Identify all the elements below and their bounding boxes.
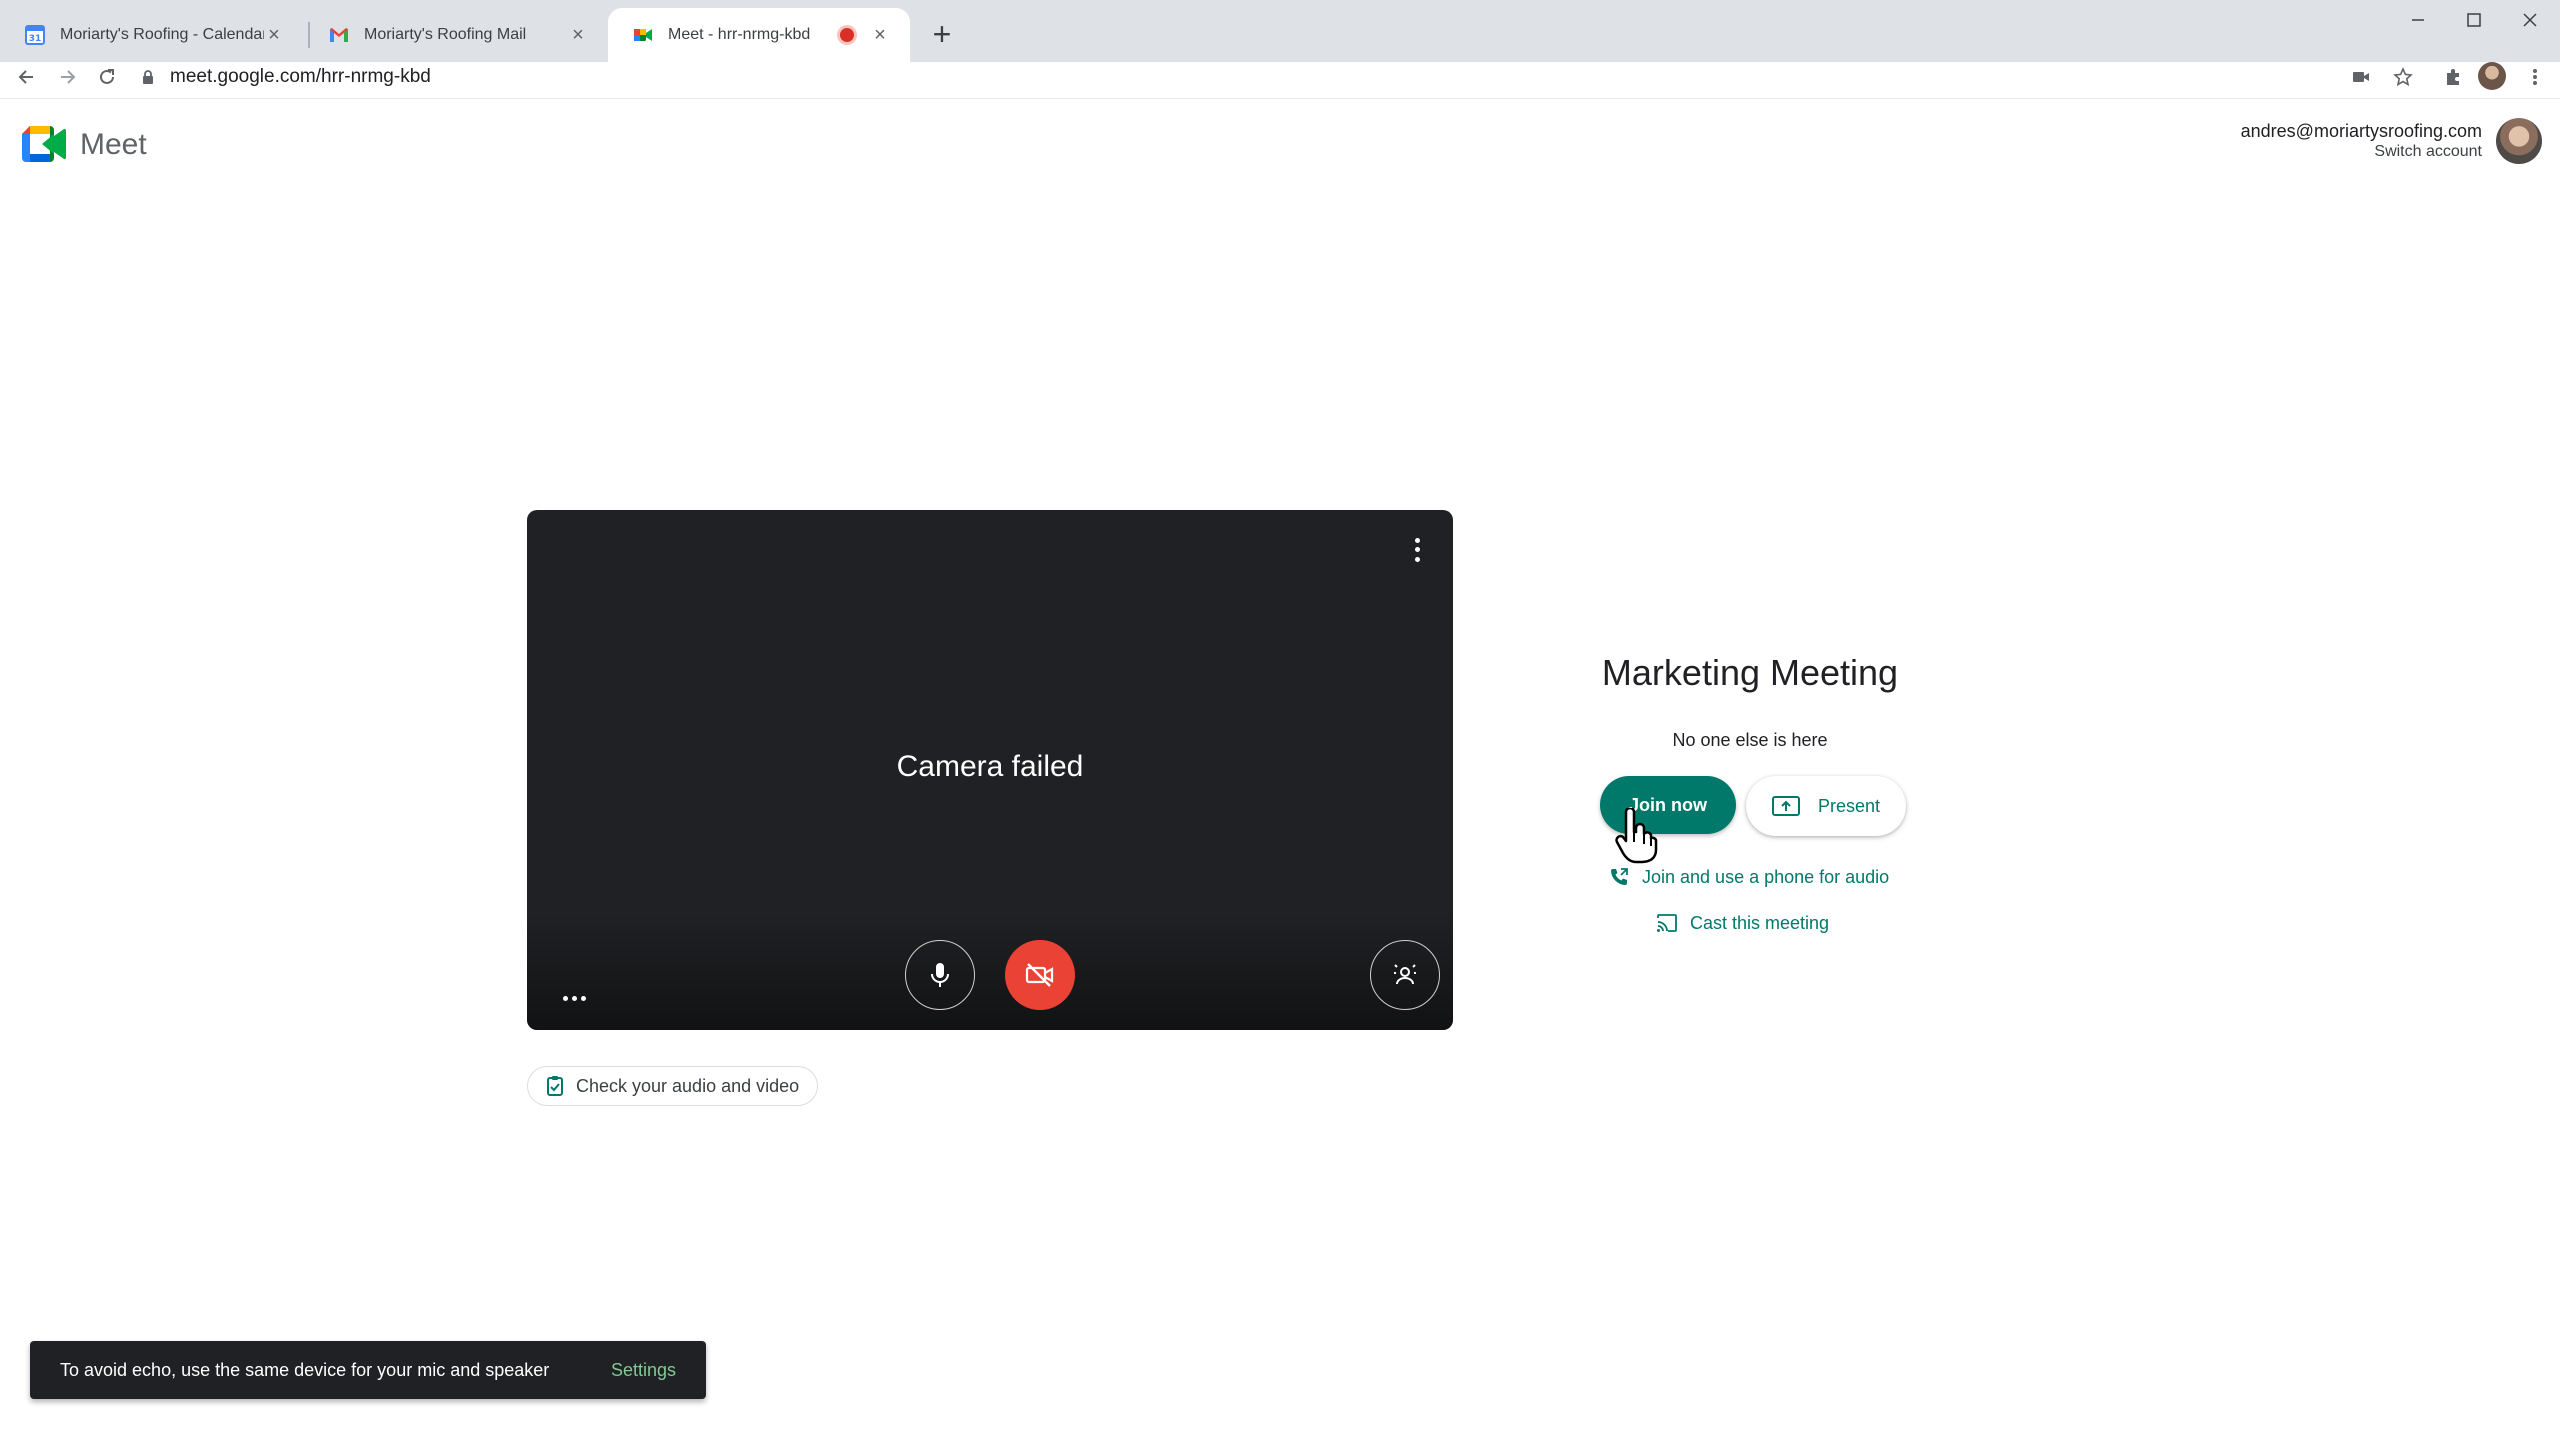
close-tab-icon[interactable]: ×: [870, 25, 890, 45]
present-screen-icon: [1771, 796, 1800, 816]
dot: [1414, 556, 1420, 562]
dot: [572, 996, 577, 1001]
reload-button[interactable]: [92, 62, 122, 92]
cast-label: Cast this meeting: [1690, 912, 1830, 933]
puzzle-icon: [2447, 69, 2459, 85]
browser-tabstrip: 31 Moriarty's Roofing - Calendar - W × M…: [0, 0, 2560, 62]
join-phone-label: Join and use a phone for audio: [1642, 866, 1890, 887]
hand-cursor-icon: [1615, 808, 1658, 864]
maximize-icon: [2467, 13, 2481, 27]
tab-meet[interactable]: Meet - hrr-nrmg-kbd ×: [608, 8, 910, 62]
check-audio-video-button[interactable]: Check your audio and video: [527, 1066, 819, 1106]
recording-indicator-icon: [840, 28, 854, 42]
account-email: andres@moriartysroofing.com: [2240, 121, 2482, 141]
tab-title: Moriarty's Roofing Mail: [364, 26, 527, 43]
microphone-toggle-button[interactable]: [905, 940, 975, 1010]
back-arrow-icon: [18, 70, 33, 84]
check-audio-video-label: Check your audio and video: [576, 1075, 800, 1096]
gmail-icon: [330, 28, 348, 42]
echo-warning-snackbar: To avoid echo, use the same device for y…: [30, 1341, 706, 1399]
camera-in-use-button[interactable]: [2348, 64, 2374, 90]
preview-overflow-icon[interactable]: [563, 996, 586, 1001]
dot: [563, 996, 568, 1001]
lock-icon: [143, 70, 153, 84]
cast-meeting-link[interactable]: Cast this meeting: [1656, 912, 1829, 934]
snackbar-message: To avoid echo, use the same device for y…: [60, 1359, 550, 1380]
forward-button[interactable]: [52, 62, 82, 92]
dot: [1414, 538, 1420, 544]
forward-arrow-icon: [61, 70, 76, 84]
clipboard-check-icon: [547, 1076, 563, 1096]
close-icon: [2523, 13, 2537, 27]
preview-gradient: [527, 910, 1453, 1030]
minimize-button[interactable]: [2390, 0, 2446, 40]
dot: [581, 996, 586, 1001]
meet-icon: [634, 29, 652, 41]
account-info: andres@moriartysroofing.com Switch accou…: [2241, 120, 2482, 162]
tab-title: Moriarty's Roofing - Calendar - W: [60, 26, 264, 43]
participants-status: No one else is here: [1672, 730, 1828, 750]
camera-toggle-button[interactable]: [1005, 940, 1075, 1010]
camera-status-text: Camera failed: [896, 750, 1084, 783]
address-bar[interactable]: meet.google.com/hrr-nrmg-kbd: [140, 62, 2310, 92]
screen: 31 Moriarty's Roofing - Calendar - W × M…: [0, 0, 2560, 1440]
close-tab-icon[interactable]: ×: [568, 25, 588, 45]
meeting-title: Marketing Meeting: [1601, 652, 1899, 693]
close-window-button[interactable]: [2502, 0, 2558, 40]
calendar-icon: 31: [25, 25, 45, 45]
visual-effects-button[interactable]: [1370, 940, 1440, 1010]
tab-mail[interactable]: Moriarty's Roofing Mail ×: [304, 8, 608, 62]
star-icon: [2393, 67, 2413, 87]
reload-icon: [100, 69, 114, 84]
tab-title: Meet - hrr-nrmg-kbd: [668, 26, 811, 43]
preview-more-options-button[interactable]: [1407, 536, 1427, 564]
toolbar-divider: [0, 98, 2560, 99]
maximize-button[interactable]: [2446, 0, 2502, 40]
app-name: Meet: [80, 128, 147, 161]
switch-account-link[interactable]: Switch account: [2241, 142, 2482, 162]
snackbar-settings-button[interactable]: Settings: [611, 1360, 676, 1381]
video-camera-icon: [2353, 72, 2369, 82]
video-preview: Camera failed: [527, 510, 1453, 1030]
new-tab-button[interactable]: +: [922, 14, 962, 54]
present-button[interactable]: Present: [1746, 776, 1906, 836]
account-avatar[interactable]: [2496, 118, 2542, 164]
browser-profile-avatar[interactable]: [2478, 62, 2506, 90]
phone-forward-icon: [1611, 868, 1628, 885]
minimize-icon: [2412, 19, 2424, 21]
bookmark-button[interactable]: [2390, 64, 2416, 90]
join-phone-audio-link[interactable]: Join and use a phone for audio: [1608, 866, 1889, 888]
back-button[interactable]: [12, 62, 42, 92]
sparkle-person-icon: [1394, 964, 1416, 985]
meet-logo-icon: [22, 126, 66, 162]
dot: [1414, 547, 1420, 553]
svg-text:31: 31: [29, 34, 42, 44]
extensions-button[interactable]: [2440, 64, 2466, 90]
camera-off-icon: [1025, 963, 1054, 987]
tab-calendar[interactable]: 31 Moriarty's Roofing - Calendar - W ×: [0, 8, 304, 62]
cast-icon: [1657, 914, 1677, 932]
url-text: meet.google.com/hrr-nrmg-kbd: [170, 66, 431, 87]
close-tab-icon[interactable]: ×: [264, 25, 284, 45]
browser-menu-button[interactable]: [2522, 64, 2548, 90]
kebab-menu-icon: [2533, 69, 2537, 85]
present-label: Present: [1817, 795, 1881, 816]
browser-toolbar: meet.google.com/hrr-nrmg-kbd: [0, 62, 2560, 92]
microphone-icon: [931, 963, 949, 987]
